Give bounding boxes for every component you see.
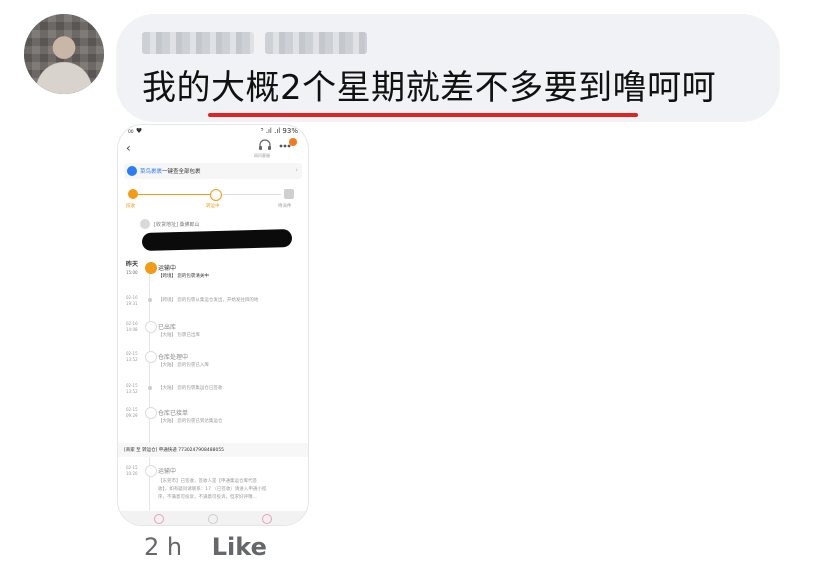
avatar[interactable] bbox=[24, 14, 104, 94]
comment-meta: 2 h Like bbox=[144, 533, 267, 561]
warehouse-icon bbox=[145, 351, 157, 363]
truck-icon bbox=[145, 262, 157, 274]
headset-icon bbox=[259, 139, 271, 150]
bottom-action-bar bbox=[118, 511, 308, 525]
event-time: 15:00 bbox=[126, 270, 138, 275]
heart-icon bbox=[154, 514, 164, 524]
event-time: 13:52 bbox=[126, 357, 138, 362]
event-dot bbox=[148, 386, 152, 390]
progress-line bbox=[136, 194, 211, 195]
back-chevron-icon: ‹ bbox=[126, 141, 131, 155]
event-desc: 序，不满意可投诉，不满意可投诉，但求好评哦... bbox=[158, 495, 257, 500]
event-title: 仓库处理中 bbox=[158, 354, 189, 361]
event-desc: 【大陆】 您的包裹已到达集运仓 bbox=[158, 419, 223, 424]
location-icon bbox=[140, 219, 150, 229]
status-right: ⁵ .ıl .ıl 93% bbox=[260, 127, 298, 135]
event-dot bbox=[148, 298, 152, 302]
status-left: ₀₀ ♥ bbox=[128, 127, 143, 135]
address-label: [收货地址] 桑佛郎山 bbox=[154, 222, 200, 228]
banner-text: 一键查全部包裹 bbox=[162, 169, 201, 175]
progress-label-1: 揽收 bbox=[126, 204, 135, 209]
clipboard-icon bbox=[145, 407, 157, 419]
box-icon bbox=[145, 321, 157, 333]
truck-icon bbox=[145, 465, 157, 477]
event-desc: 【大陆】 包裹已出库 bbox=[158, 333, 200, 338]
event-desc: 【东莞市】已签收，签收人是【申通集运仓库代签 bbox=[158, 479, 257, 484]
avatar-image bbox=[24, 14, 104, 94]
event-date: 昨天 bbox=[126, 261, 139, 268]
event-desc: 收】，如有疑问请联系：17 （已签收）请进入申通小程 bbox=[158, 487, 267, 492]
comment-bubble: 我的大概2个星期就差不多要到噜呵呵 bbox=[116, 14, 780, 122]
segment-header-text: [商家 至 转运仓] 申通快递 7730247908488055 bbox=[124, 448, 225, 453]
event-time: 10:20 bbox=[126, 471, 138, 476]
chevron-right-icon: › bbox=[295, 166, 298, 174]
more-dots-icon bbox=[279, 138, 297, 148]
blurred-first-name bbox=[142, 32, 254, 54]
headset-hint: 网问客服 bbox=[254, 153, 270, 158]
banner-app-name: 菜鸟裹裹 bbox=[140, 169, 163, 175]
home-icon bbox=[208, 514, 218, 524]
redacted-address bbox=[141, 229, 293, 251]
cainiao-icon bbox=[127, 166, 137, 176]
cainiao-banner: 菜鸟裹裹一键查全部包裹 › bbox=[124, 163, 302, 179]
timestamp[interactable]: 2 h bbox=[144, 533, 182, 561]
like-button[interactable]: Like bbox=[212, 533, 267, 561]
event-time: 13:52 bbox=[126, 389, 138, 394]
blurred-last-name bbox=[265, 32, 368, 54]
segment-header: [商家 至 转运仓] 申通快递 7730247908488055 bbox=[118, 443, 308, 457]
event-desc: 【跨境】 您的包裹从集运仓发出，开始发往目的地 bbox=[158, 298, 259, 303]
progress-label-2: 转运中 bbox=[206, 204, 220, 209]
event-time: 14:08 bbox=[126, 327, 138, 332]
event-title: 运输中 bbox=[158, 468, 177, 475]
event-desc: 【大陆】 您的包裹集运仓已签收 bbox=[158, 386, 223, 391]
building-icon bbox=[284, 189, 294, 199]
author-name-blurred[interactable] bbox=[142, 32, 402, 60]
progress-label-3: 待派件 bbox=[278, 204, 292, 209]
event-time: 19:31 bbox=[126, 301, 138, 306]
timeline-line bbox=[149, 265, 150, 525]
red-underline-annotation bbox=[208, 113, 638, 117]
event-desc: 【大陆】 您的包裹已入库 bbox=[158, 363, 209, 368]
attached-screenshot[interactable]: ₀₀ ♥ ⁵ .ıl .ıl 93% ‹ 网问客服 菜鸟裹裹一键查全部包裹 › … bbox=[118, 125, 308, 525]
event-time: 09:29 bbox=[126, 413, 138, 418]
event-title: 运输中 bbox=[158, 265, 177, 272]
delivery-progress: 揽收 转运中 待派件 bbox=[126, 185, 300, 211]
comment-text: 我的大概2个星期就差不多要到噜呵呵 bbox=[142, 68, 717, 108]
progress-line-pending bbox=[221, 194, 281, 195]
parcel-icon bbox=[128, 189, 138, 199]
event-title: 仓库已接单 bbox=[158, 410, 189, 417]
event-title: 已出库 bbox=[158, 324, 177, 331]
event-desc: 【跨境】 您的包裹清关中 bbox=[158, 274, 209, 279]
heart-icon bbox=[262, 514, 272, 524]
transit-icon bbox=[210, 189, 222, 201]
